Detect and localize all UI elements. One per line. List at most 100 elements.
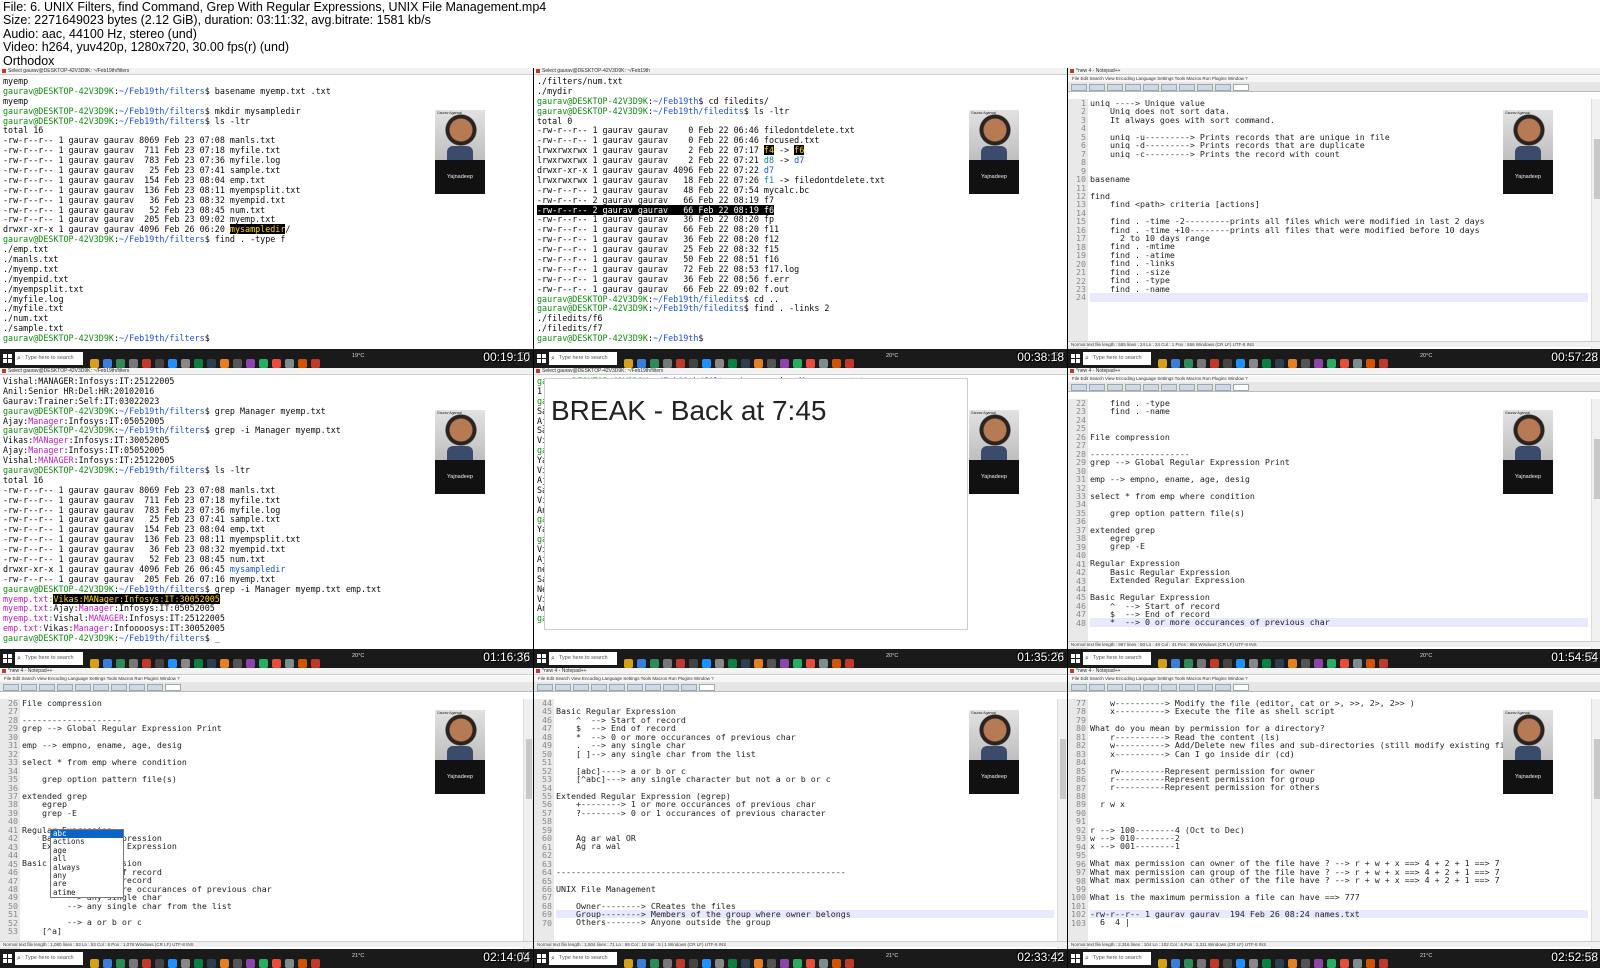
taskbar-app-icon[interactable] <box>181 959 190 968</box>
taskbar-app-icon[interactable] <box>1158 359 1167 368</box>
notepad-tab[interactable] <box>147 684 163 691</box>
taskbar-app-icon[interactable] <box>832 359 841 368</box>
taskbar-app-icon[interactable] <box>1158 959 1167 968</box>
taskbar-app-icon[interactable] <box>207 659 216 668</box>
notepad-tab[interactable] <box>627 684 643 691</box>
vertical-scrollbar[interactable] <box>1591 699 1600 949</box>
notepad-tab[interactable] <box>1161 84 1177 91</box>
taskbar-app-icon[interactable] <box>1379 659 1388 668</box>
taskbar-app-icon[interactable] <box>702 359 711 368</box>
notepad-tab[interactable] <box>537 684 553 691</box>
taskbar-app-icon[interactable] <box>311 359 320 368</box>
notepad-tab[interactable] <box>1089 384 1105 391</box>
notepad-tab[interactable] <box>1233 384 1249 391</box>
taskbar-app-icon[interactable] <box>181 659 190 668</box>
taskbar-app-icon[interactable] <box>1249 359 1258 368</box>
taskbar-search-box[interactable]: Type here to search <box>549 652 617 665</box>
taskbar-app-icon[interactable] <box>1340 359 1349 368</box>
taskbar-app-icon[interactable] <box>220 659 229 668</box>
notepad-tab[interactable] <box>1179 84 1195 91</box>
taskbar-app-icon[interactable] <box>1184 659 1193 668</box>
taskbar-search-box[interactable]: Type here to search <box>15 652 83 665</box>
windows-start-icon[interactable] <box>1071 954 1080 963</box>
taskbar-app-icon[interactable] <box>116 659 125 668</box>
taskbar-app-icon[interactable] <box>806 959 815 968</box>
taskbar-app-icon[interactable] <box>90 359 99 368</box>
windows-start-icon[interactable] <box>3 654 12 663</box>
taskbar-app-icon[interactable] <box>168 659 177 668</box>
notepad-tab[interactable] <box>1179 384 1195 391</box>
taskbar-app-icon[interactable] <box>246 359 255 368</box>
taskbar-app-icon[interactable] <box>1340 659 1349 668</box>
taskbar-app-icon[interactable] <box>663 359 672 368</box>
notepad-tab[interactable] <box>1233 84 1249 91</box>
notepad-tab[interactable] <box>1143 84 1159 91</box>
notepad-tab[interactable] <box>1107 684 1123 691</box>
taskbar-app-icon[interactable] <box>1223 359 1232 368</box>
taskbar-app-icon[interactable] <box>767 359 776 368</box>
taskbar-app-icon[interactable] <box>624 959 633 968</box>
vertical-scrollbar[interactable] <box>1057 699 1067 949</box>
taskbar-app-icon[interactable] <box>259 959 268 968</box>
taskbar-search-box[interactable]: Type here to search <box>549 952 617 965</box>
notepad-tab[interactable] <box>57 684 73 691</box>
notepad-tab[interactable] <box>609 684 625 691</box>
taskbar-app-icon[interactable] <box>793 359 802 368</box>
taskbar-app-icon[interactable] <box>1275 959 1284 968</box>
taskbar-app-icon[interactable] <box>715 659 724 668</box>
windows-start-icon[interactable] <box>537 954 546 963</box>
taskbar-app-icon[interactable] <box>1288 959 1297 968</box>
notepad-tab[interactable] <box>1125 684 1141 691</box>
taskbar-app-icon[interactable] <box>311 659 320 668</box>
taskbar-app-icon[interactable] <box>142 959 151 968</box>
notepad-tab[interactable] <box>1197 684 1213 691</box>
taskbar-app-icon[interactable] <box>806 359 815 368</box>
taskbar-app-icon[interactable] <box>1366 359 1375 368</box>
taskbar-app-icon[interactable] <box>702 959 711 968</box>
taskbar-app-icon[interactable] <box>715 359 724 368</box>
taskbar-app-icon[interactable] <box>1197 359 1206 368</box>
windows-start-icon[interactable] <box>1071 354 1080 363</box>
autocomplete-list[interactable]: abc actions age all always any are atime <box>50 829 124 899</box>
vertical-scrollbar[interactable] <box>1591 399 1600 649</box>
taskbar-app-icon[interactable] <box>285 359 294 368</box>
taskbar-search-box[interactable]: Type here to search <box>15 352 83 365</box>
taskbar-app-icon[interactable] <box>1327 659 1336 668</box>
taskbar-app-icon[interactable] <box>676 659 685 668</box>
taskbar-app-icon[interactable] <box>1288 359 1297 368</box>
taskbar-search-box[interactable]: Type here to search <box>1083 952 1151 965</box>
taskbar-app-icon[interactable] <box>168 359 177 368</box>
taskbar-app-icon[interactable] <box>1171 359 1180 368</box>
taskbar-app-icon[interactable] <box>845 959 854 968</box>
notepad-tab[interactable] <box>1161 684 1177 691</box>
vertical-scrollbar[interactable] <box>523 699 533 949</box>
taskbar-app-icon[interactable] <box>1301 659 1310 668</box>
taskbar-app-icon[interactable] <box>728 659 737 668</box>
notepad-tab[interactable] <box>1107 84 1123 91</box>
taskbar-app-icon[interactable] <box>1197 959 1206 968</box>
taskbar-app-icon[interactable] <box>689 959 698 968</box>
taskbar-app-icon[interactable] <box>689 359 698 368</box>
taskbar-app-icon[interactable] <box>1366 959 1375 968</box>
autocomplete-item[interactable]: atime <box>51 888 123 897</box>
taskbar-search-box[interactable]: Type here to search <box>15 952 83 965</box>
notepad-tab[interactable] <box>1233 684 1249 691</box>
taskbar-app-icon[interactable] <box>298 959 307 968</box>
taskbar-app-icon[interactable] <box>793 959 802 968</box>
taskbar-app-icon[interactable] <box>1262 359 1271 368</box>
taskbar-app-icon[interactable] <box>246 959 255 968</box>
notepad-tab[interactable] <box>1089 684 1105 691</box>
taskbar-app-icon[interactable] <box>129 359 138 368</box>
taskbar-app-icon[interactable] <box>207 359 216 368</box>
taskbar-app-icon[interactable] <box>754 359 763 368</box>
taskbar-app-icon[interactable] <box>1301 359 1310 368</box>
notepad-tab[interactable] <box>591 684 607 691</box>
notepad-tab[interactable] <box>1071 384 1087 391</box>
taskbar-app-icon[interactable] <box>728 359 737 368</box>
taskbar-search-box[interactable]: Type here to search <box>549 352 617 365</box>
windows-start-icon[interactable] <box>3 354 12 363</box>
notepad-tab[interactable] <box>39 684 55 691</box>
taskbar-app-icon[interactable] <box>1262 959 1271 968</box>
taskbar-app-icon[interactable] <box>155 359 164 368</box>
taskbar-app-icon[interactable] <box>220 959 229 968</box>
